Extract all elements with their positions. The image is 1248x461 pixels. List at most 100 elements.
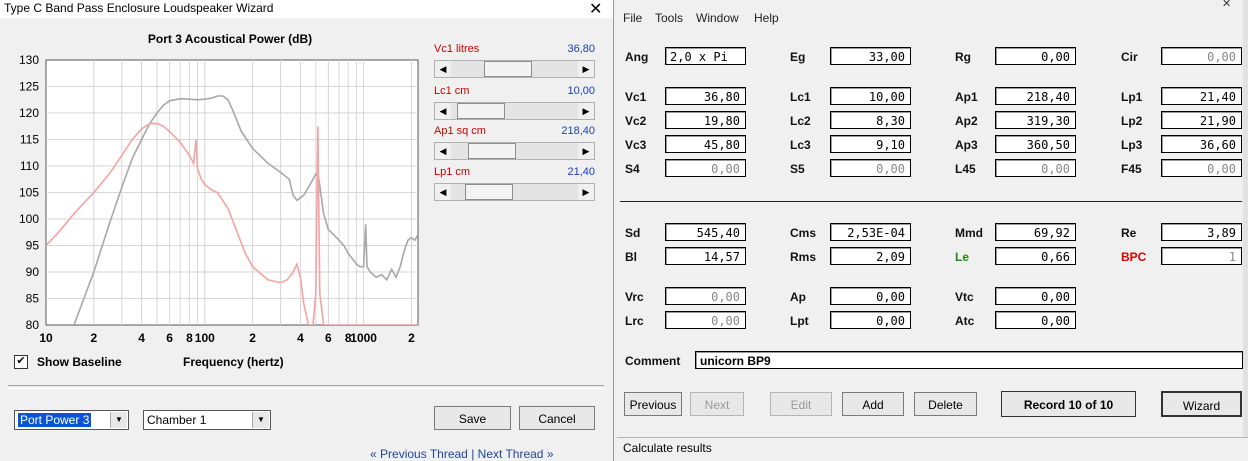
arrow-right-icon[interactable]: ▶ bbox=[578, 184, 594, 200]
slider-label: Lc1 cm bbox=[434, 85, 470, 97]
s5-field[interactable]: 0,00 bbox=[830, 159, 911, 177]
lc1-label: Lc1 bbox=[790, 90, 811, 104]
chamber-select-value: Chamber 1 bbox=[147, 413, 207, 427]
slider-scrollbar[interactable]: ◀ ▶ bbox=[434, 142, 595, 160]
mmd-field[interactable]: 69,92 bbox=[995, 223, 1076, 241]
sd-field[interactable]: 545,40 bbox=[665, 223, 746, 241]
y-tick-label: 85 bbox=[26, 292, 40, 306]
show-baseline-label: Show Baseline bbox=[37, 355, 122, 369]
lp3-field[interactable]: 36,60 bbox=[1161, 135, 1242, 153]
thread-navigation: « Previous Thread | Next Thread » bbox=[370, 447, 554, 461]
y-tick-label: 95 bbox=[26, 239, 40, 253]
vc3-field[interactable]: 45,80 bbox=[665, 135, 746, 153]
atc-field[interactable]: 0,00 bbox=[995, 311, 1076, 329]
thread-separator: | bbox=[471, 447, 475, 461]
s4-field[interactable]: 0,00 bbox=[665, 159, 746, 177]
f45-field[interactable]: 0,00 bbox=[1161, 159, 1242, 177]
close-icon[interactable]: ✕ bbox=[1222, 0, 1231, 10]
lc2-label: Lc2 bbox=[790, 114, 811, 128]
x-tick-label: 8 bbox=[186, 331, 193, 345]
vc1-field[interactable]: 36,80 bbox=[665, 87, 746, 105]
arrow-left-icon[interactable]: ◀ bbox=[435, 143, 451, 159]
y-tick-label: 105 bbox=[19, 186, 39, 200]
eg-label: Eg bbox=[790, 50, 806, 64]
dialog-close-icon[interactable]: ✕ bbox=[589, 0, 602, 19]
ap-field[interactable]: 0,00 bbox=[830, 287, 911, 305]
slider-thumb[interactable] bbox=[457, 103, 505, 119]
bl-field[interactable]: 14,57 bbox=[665, 247, 746, 265]
cancel-button[interactable]: Cancel bbox=[519, 406, 595, 430]
chevron-down-icon[interactable]: ▼ bbox=[110, 412, 127, 428]
sd-label: Sd bbox=[625, 226, 641, 240]
output-select[interactable]: Port Power 3 ▼ bbox=[14, 410, 129, 430]
vrc-field[interactable]: 0,00 bbox=[665, 287, 746, 305]
menu-window[interactable]: Window bbox=[696, 11, 739, 25]
bpc-label: BPC bbox=[1121, 250, 1147, 264]
vtc-field[interactable]: 0,00 bbox=[995, 287, 1076, 305]
lc1-field[interactable]: 10,00 bbox=[830, 87, 911, 105]
output-select-value: Port Power 3 bbox=[18, 413, 92, 427]
next-thread-link[interactable]: Next Thread bbox=[478, 447, 544, 461]
arrow-right-icon[interactable]: ▶ bbox=[578, 143, 594, 159]
comment-field[interactable]: unicorn BP9 bbox=[695, 351, 1243, 369]
arrow-left-icon[interactable]: ◀ bbox=[435, 103, 451, 119]
next-button[interactable]: Next bbox=[690, 392, 744, 416]
slider-thumb[interactable] bbox=[465, 184, 513, 200]
chamber-select[interactable]: Chamber 1 ▼ bbox=[143, 410, 271, 430]
y-tick-label: 130 bbox=[19, 53, 39, 67]
save-button[interactable]: Save bbox=[434, 406, 511, 430]
arrow-left-icon[interactable]: ◀ bbox=[435, 184, 451, 200]
chevron-down-icon[interactable]: ▼ bbox=[252, 412, 269, 428]
eg-field[interactable]: 33,00 bbox=[830, 47, 911, 65]
rms-field[interactable]: 2,09 bbox=[830, 247, 911, 265]
lp1-field[interactable]: 21,40 bbox=[1161, 87, 1242, 105]
slider-thumb[interactable] bbox=[484, 61, 532, 77]
bpc-field[interactable]: 1 bbox=[1161, 247, 1242, 265]
arrow-right-icon[interactable]: ▶ bbox=[578, 61, 594, 77]
vtc-label: Vtc bbox=[955, 290, 974, 304]
arrow-left-icon[interactable]: ◀ bbox=[435, 61, 451, 77]
lp2-field[interactable]: 21,90 bbox=[1161, 111, 1242, 129]
lc3-field[interactable]: 9,10 bbox=[830, 135, 911, 153]
next-arrows: » bbox=[546, 447, 554, 461]
add-button[interactable]: Add bbox=[842, 392, 904, 416]
lp1-label: Lp1 bbox=[1121, 90, 1143, 104]
slider-scrollbar[interactable]: ◀ ▶ bbox=[434, 183, 595, 201]
y-tick-label: 90 bbox=[26, 265, 40, 279]
cms-field[interactable]: 2,53E-04 bbox=[830, 223, 911, 241]
menu-file[interactable]: File bbox=[623, 11, 642, 25]
window-edge-scrollbar[interactable] bbox=[1243, 0, 1248, 437]
re-field[interactable]: 3,89 bbox=[1161, 223, 1242, 241]
le-field[interactable]: 0,66 bbox=[995, 247, 1076, 265]
s5-label: S5 bbox=[790, 162, 805, 176]
ap2-field[interactable]: 319,30 bbox=[995, 111, 1076, 129]
delete-button[interactable]: Delete bbox=[914, 392, 977, 416]
edit-button[interactable]: Edit bbox=[770, 392, 832, 416]
cir-label: Cir bbox=[1121, 50, 1138, 64]
show-baseline-checkbox[interactable]: ✔ bbox=[14, 355, 28, 369]
l45-field[interactable]: 0,00 bbox=[995, 159, 1076, 177]
previous-button[interactable]: Previous bbox=[624, 392, 682, 416]
arrow-right-icon[interactable]: ▶ bbox=[578, 103, 594, 119]
previous-thread-link[interactable]: Previous Thread bbox=[380, 447, 468, 461]
x-tick-label: 10 bbox=[39, 331, 53, 345]
slider-thumb[interactable] bbox=[468, 143, 516, 159]
menu-help[interactable]: Help bbox=[754, 11, 779, 25]
rg-label: Rg bbox=[955, 50, 971, 64]
y-tick-label: 125 bbox=[19, 80, 39, 94]
ang-field[interactable]: 2,0 x Pi bbox=[665, 47, 746, 65]
menu-tools[interactable]: Tools bbox=[655, 11, 683, 25]
lc2-field[interactable]: 8,30 bbox=[830, 111, 911, 129]
cir-field[interactable]: 0,00 bbox=[1161, 47, 1242, 65]
rg-field[interactable]: 0,00 bbox=[995, 47, 1076, 65]
slider-scrollbar[interactable]: ◀ ▶ bbox=[434, 102, 595, 120]
lrc-field[interactable]: 0,00 bbox=[665, 311, 746, 329]
lpt-field[interactable]: 0,00 bbox=[830, 311, 911, 329]
cms-label: Cms bbox=[790, 226, 817, 240]
status-bar: Calculate results bbox=[617, 437, 1248, 459]
vc2-field[interactable]: 19,80 bbox=[665, 111, 746, 129]
wizard-button[interactable]: Wizard bbox=[1161, 391, 1242, 417]
ap3-field[interactable]: 360,50 bbox=[995, 135, 1076, 153]
slider-scrollbar[interactable]: ◀ ▶ bbox=[434, 60, 595, 78]
ap1-field[interactable]: 218,40 bbox=[995, 87, 1076, 105]
